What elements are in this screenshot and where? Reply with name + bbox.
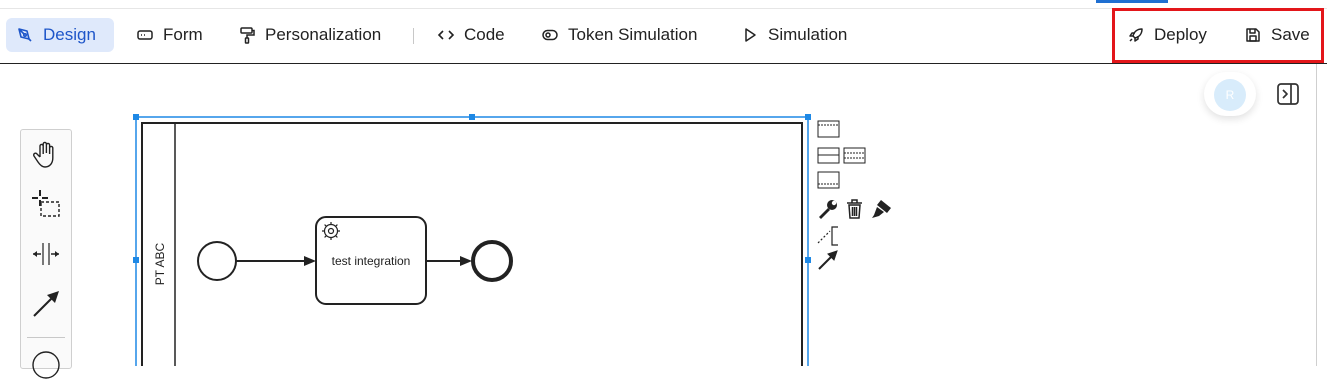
selection-handle[interactable] (469, 114, 475, 120)
divide-two-lanes-icon[interactable] (817, 147, 840, 164)
trash-icon[interactable] (847, 199, 862, 219)
lane-label-text: PT ABC (153, 242, 167, 286)
space-tool-icon[interactable] (29, 237, 63, 271)
start-event[interactable] (197, 241, 237, 281)
bpmn-diagram (133, 114, 811, 366)
add-lane-below-icon[interactable] (817, 171, 840, 189)
selection-handle[interactable] (133, 257, 139, 263)
text-annotation-icon[interactable] (817, 226, 838, 246)
tool-palette (20, 129, 72, 379)
divide-three-lanes-icon[interactable] (843, 147, 866, 164)
hand-tool-icon[interactable] (29, 137, 63, 171)
paintbrush-icon[interactable] (872, 200, 891, 218)
selection-handle[interactable] (805, 114, 811, 120)
wrench-icon[interactable] (819, 200, 837, 219)
create-start-event-icon[interactable] (29, 348, 63, 382)
participant-pool[interactable] (141, 122, 803, 366)
context-pad (817, 120, 891, 270)
global-connect-tool-icon[interactable] (29, 287, 63, 321)
selection-handle[interactable] (805, 257, 811, 263)
lane-label: PT ABC (145, 240, 175, 288)
add-lane-above-icon[interactable] (817, 120, 840, 138)
panel-divider (1316, 64, 1317, 366)
connect-arrow-icon[interactable] (818, 250, 838, 270)
selection-handle[interactable] (133, 114, 139, 120)
lasso-tool-icon[interactable] (29, 187, 63, 221)
end-event[interactable] (471, 240, 513, 282)
palette-separator (27, 337, 65, 338)
service-task[interactable] (315, 216, 427, 305)
avatar[interactable]: R (1214, 79, 1246, 111)
toggle-properties-panel-icon[interactable] (1276, 82, 1300, 106)
